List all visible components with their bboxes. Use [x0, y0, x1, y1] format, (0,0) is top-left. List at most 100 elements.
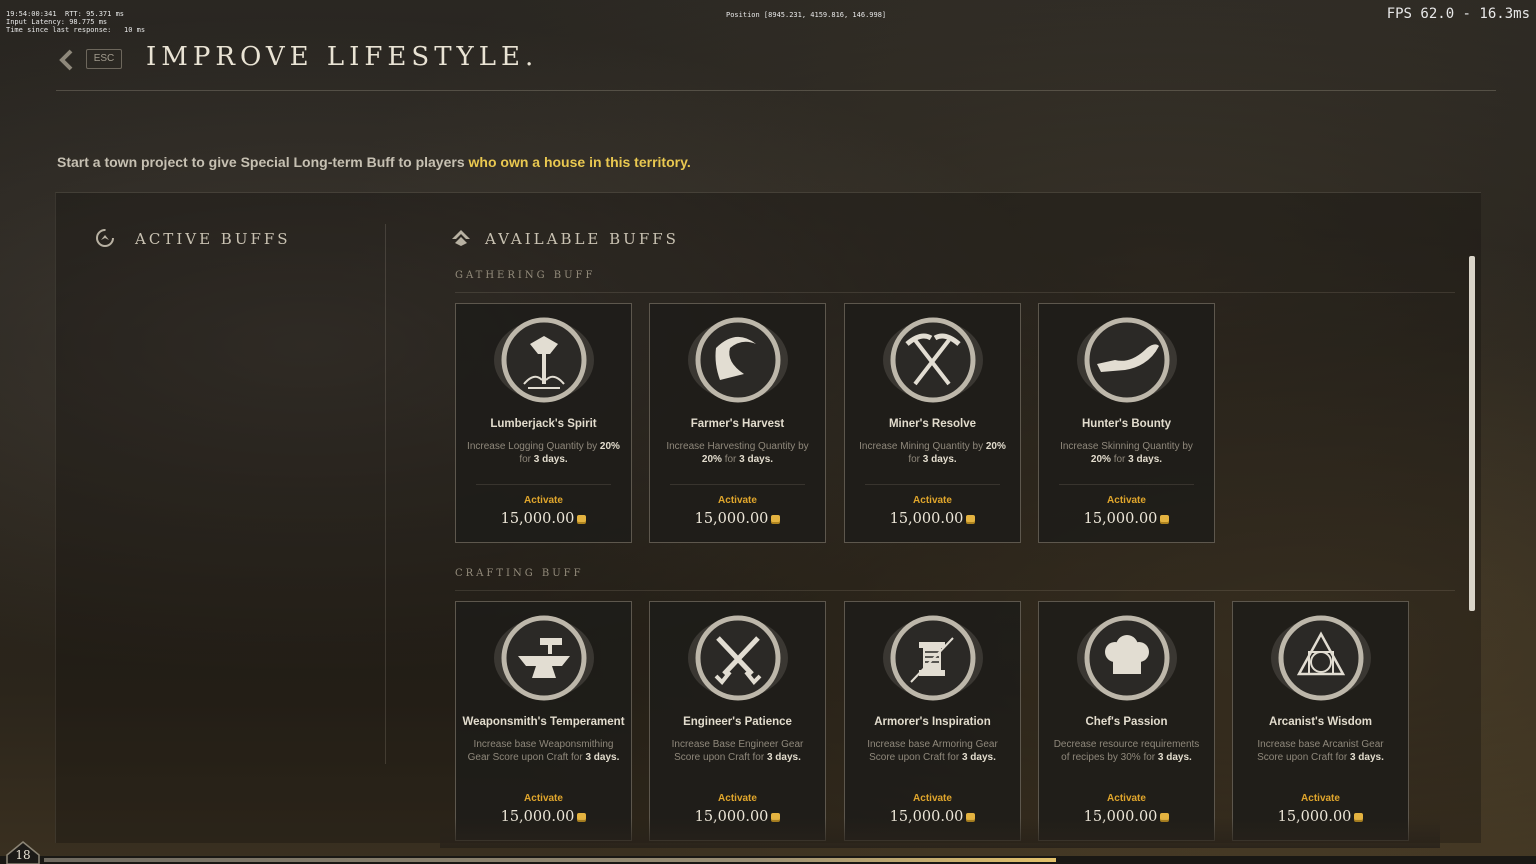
back-chevron-icon[interactable] [56, 48, 78, 71]
subtitle-text: Start a town project to give Special Lon… [57, 154, 469, 170]
buff-card-hunters-bounty[interactable]: Hunter's Bounty Increase Skinning Quanti… [1038, 303, 1215, 543]
buff-card-arcanists-wisdom[interactable]: Arcanist's Wisdom Increase base Arcanist… [1232, 601, 1409, 841]
card-description: Increase Harvesting Quantity by 20% for … [660, 440, 815, 466]
buff-card-lumberjacks-spirit[interactable]: Lumberjack's Spirit Increase Logging Qua… [455, 303, 632, 543]
activate-button[interactable]: Activate [650, 793, 825, 804]
scroll-fade [440, 818, 1440, 848]
card-name: Farmer's Harvest [690, 418, 785, 430]
card-name: Chef's Passion [1085, 716, 1168, 728]
price-value: 15,000.00 [694, 511, 769, 527]
pickaxes-icon [881, 314, 985, 404]
card-price: 15,000.00 [845, 511, 1020, 527]
crafting-divider [455, 590, 1455, 591]
esc-button[interactable]: ESC [86, 49, 122, 69]
desc-for: for [519, 454, 534, 465]
available-buffs-heading: AVAILABLE BUFFS [485, 230, 679, 248]
card-name: Hunter's Bounty [1082, 418, 1171, 430]
active-buffs-heading: ACTIVE BUFFS [135, 230, 291, 248]
price-value: 15,000.00 [889, 511, 964, 527]
available-buffs-icon [452, 230, 470, 246]
card-description: Increase base Armoring Gear Score upon C… [855, 738, 1010, 764]
coin-icon [966, 515, 976, 522]
card-name: Armorer's Inspiration [874, 716, 991, 728]
desc-text: Increase Logging Quantity by [467, 441, 600, 452]
card-description: Increase Base Engineer Gear Score upon C… [660, 738, 815, 764]
desc-duration: 3 days. [961, 752, 996, 763]
activate-button[interactable]: Activate [456, 793, 631, 804]
coin-icon [577, 515, 587, 522]
desc-percent: 20% [599, 441, 620, 452]
card-separator [865, 484, 1000, 485]
card-name: Engineer's Patience [683, 716, 792, 728]
activate-button[interactable]: Activate [845, 793, 1020, 804]
buff-card-miners-resolve[interactable]: Miner's Resolve Increase Mining Quantity… [844, 303, 1021, 543]
activate-button[interactable]: Activate [845, 495, 1020, 506]
price-value: 15,000.00 [500, 511, 575, 527]
activate-button[interactable]: Activate [650, 495, 825, 506]
card-separator [1059, 484, 1194, 485]
gathering-divider [455, 292, 1455, 293]
coin-icon [771, 515, 781, 522]
card-price: 15,000.00 [456, 511, 631, 527]
card-description: Increase Skinning Quantity by 20% for 3 … [1049, 440, 1204, 466]
buff-card-farmers-harvest[interactable]: Farmer's Harvest Increase Harvesting Qua… [649, 303, 826, 543]
activate-button[interactable]: Activate [456, 495, 631, 506]
scrollbar-thumb[interactable] [1469, 256, 1475, 611]
card-description: Increase Mining Quantity by 20% for 3 da… [855, 440, 1010, 466]
coin-icon [1160, 515, 1170, 522]
desc-duration: 3 days. [739, 454, 774, 465]
skinning-knife-icon [1075, 314, 1179, 404]
desc-percent: 20% [985, 441, 1006, 452]
debug-position: Position [8945.231, 4159.816, 146.998] [726, 11, 887, 19]
crafting-buff-label: CRAFTING BUFF [455, 568, 584, 579]
gathering-buff-label: GATHERING BUFF [455, 270, 596, 281]
desc-text: Increase Skinning Quantity by [1060, 441, 1193, 452]
activate-button[interactable]: Activate [1233, 793, 1408, 804]
buff-card-weaponsmiths-temperament[interactable]: Weaponsmith's Temperament Increase base … [455, 601, 632, 841]
card-price: 15,000.00 [1039, 511, 1214, 527]
desc-duration: 3 days. [766, 752, 801, 763]
sickle-icon [686, 314, 790, 404]
buff-card-chefs-passion[interactable]: Chef's Passion Decrease resource require… [1038, 601, 1215, 841]
desc-text: Increase Mining Quantity by [859, 441, 986, 452]
card-price: 15,000.00 [650, 511, 825, 527]
alchemy-circle-icon [1269, 612, 1373, 702]
desc-duration: 3 days. [1157, 752, 1192, 763]
desc-duration: 3 days. [585, 752, 620, 763]
xp-bar-fill [44, 858, 1056, 862]
buff-card-armorers-inspiration[interactable]: Armorer's Inspiration Increase base Armo… [844, 601, 1021, 841]
page-header: ESC IMPROVE LIFESTYLE. [56, 40, 1496, 91]
desc-for: for [1110, 454, 1129, 465]
active-buffs-icon [96, 229, 114, 247]
desc-for: for [908, 454, 923, 465]
desc-duration: 3 days. [533, 454, 568, 465]
crossed-pistols-icon [686, 612, 790, 702]
card-separator [476, 484, 611, 485]
desc-percent: 20% [701, 454, 722, 465]
card-description: Decrease resource requirements of recipe… [1049, 738, 1204, 764]
card-description: Increase Logging Quantity by 20% for 3 d… [466, 440, 621, 466]
card-description: Increase base Arcanist Gear Score upon C… [1243, 738, 1398, 764]
chef-hat-icon [1075, 612, 1179, 702]
card-separator [670, 484, 805, 485]
column-divider [385, 224, 386, 764]
player-level: 18 [15, 848, 31, 862]
axe-icon [492, 314, 596, 404]
activate-button[interactable]: Activate [1039, 793, 1214, 804]
debug-stats: 19:54:00:341 RTT: 95.371 ms Input Latenc… [6, 10, 146, 34]
desc-for: for [721, 454, 740, 465]
activate-button[interactable]: Activate [1039, 495, 1214, 506]
desc-duration: 3 days. [1349, 752, 1384, 763]
anvil-icon [492, 612, 596, 702]
page-title: IMPROVE LIFESTYLE. [146, 42, 539, 72]
buff-card-engineers-patience[interactable]: Engineer's Patience Increase Base Engine… [649, 601, 826, 841]
desc-percent: 20% [1090, 454, 1111, 465]
page-subtitle: Start a town project to give Special Lon… [57, 154, 691, 170]
desc-duration: 3 days. [922, 454, 957, 465]
price-value: 15,000.00 [1083, 511, 1158, 527]
card-name: Arcanist's Wisdom [1269, 716, 1372, 728]
spool-needle-icon [881, 612, 985, 702]
card-description: Increase base Weaponsmithing Gear Score … [466, 738, 621, 764]
desc-text: Increase Harvesting Quantity by [666, 441, 809, 452]
subtitle-highlight: who own a house in this territory. [468, 154, 691, 170]
